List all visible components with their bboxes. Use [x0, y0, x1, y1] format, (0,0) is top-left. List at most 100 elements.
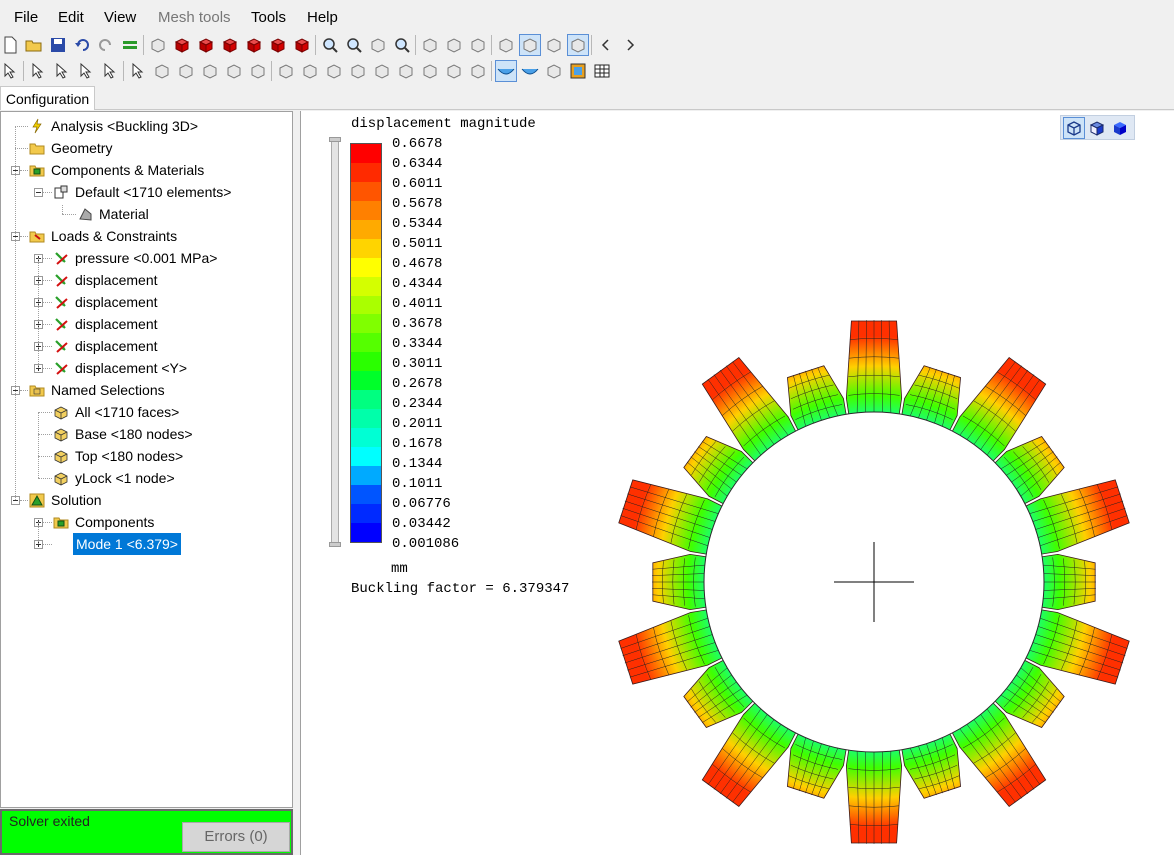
tree-item-label: displacement — [75, 316, 158, 332]
red-cube-icon[interactable] — [172, 35, 192, 55]
mode-shape-icon[interactable] — [495, 60, 517, 82]
red-cube-front-icon[interactable] — [196, 35, 216, 55]
arch-icon[interactable] — [324, 61, 344, 81]
animation-icon[interactable] — [544, 61, 564, 81]
rotate-icon[interactable] — [368, 35, 388, 55]
tree-connector — [43, 346, 52, 347]
y-split-icon[interactable] — [372, 61, 392, 81]
tree-item-label: displacement — [75, 338, 158, 354]
tab-strip: Configuration — [0, 86, 1174, 110]
tree-connector — [38, 258, 39, 368]
wireframe-cube-icon[interactable] — [148, 35, 168, 55]
new-file-icon[interactable] — [0, 35, 20, 55]
status-text: Solver exited — [9, 813, 90, 829]
table-icon[interactable] — [592, 61, 612, 81]
tree-connector — [43, 280, 52, 281]
tree-connector — [43, 258, 52, 259]
toolbar-separator — [271, 61, 272, 81]
selection-cube-icon — [53, 404, 69, 420]
layers-icon[interactable] — [420, 35, 440, 55]
mirror-icon[interactable] — [200, 61, 220, 81]
plate-icon[interactable] — [496, 35, 516, 55]
open-folder-icon[interactable] — [24, 35, 44, 55]
cube-outline-icon[interactable] — [152, 61, 172, 81]
mesh-toolbar — [0, 58, 700, 84]
toolbar-separator — [491, 61, 492, 81]
select-node-icon[interactable] — [0, 61, 20, 81]
tree-connector — [38, 522, 39, 544]
move-icon[interactable] — [248, 61, 268, 81]
tree-connector — [62, 214, 76, 215]
triangle-icon[interactable] — [444, 61, 464, 81]
redo-icon[interactable] — [96, 35, 116, 55]
tree-item-label: Analysis <Buckling 3D> — [51, 118, 199, 134]
hidden-line-icon[interactable] — [544, 35, 564, 55]
menu-view[interactable]: View — [104, 9, 136, 26]
zoom-fit-icon[interactable] — [392, 35, 412, 55]
toolbar-separator — [123, 61, 124, 81]
toolbar-separator — [415, 35, 416, 55]
tree-connector — [20, 390, 28, 391]
menu-help[interactable]: Help — [307, 9, 338, 26]
equal-icon[interactable] — [120, 35, 140, 55]
rectangle-select-icon[interactable] — [128, 61, 148, 81]
shaded-view-icon[interactable] — [519, 34, 541, 56]
scale-icon[interactable] — [420, 61, 440, 81]
tree-item-label: Top <180 nodes> — [75, 448, 184, 464]
tree-item-label: Loads & Constraints — [51, 228, 178, 244]
magnifier-icon[interactable] — [344, 35, 364, 55]
zoom-box-icon[interactable] — [320, 35, 340, 55]
triangle-outline-icon[interactable] — [468, 61, 488, 81]
red-cube-solid-icon[interactable] — [268, 35, 288, 55]
tree-connector — [15, 126, 16, 500]
folder-component-icon — [29, 162, 45, 178]
undo-icon[interactable] — [72, 35, 92, 55]
align-icon[interactable] — [224, 61, 244, 81]
cylinder-icon[interactable] — [300, 61, 320, 81]
tree-connector — [38, 412, 52, 413]
menu-mesh-tools[interactable]: Mesh tools — [158, 9, 231, 26]
toolbar-separator — [143, 35, 144, 55]
tab-configuration[interactable]: Configuration — [0, 86, 95, 110]
lightning-icon — [29, 118, 45, 134]
menu-tools[interactable]: Tools — [251, 9, 286, 26]
selection-cube-icon — [53, 470, 69, 486]
red-cube-dark-icon[interactable] — [292, 35, 312, 55]
select-body-icon[interactable] — [76, 61, 96, 81]
filmstrip-icon[interactable] — [568, 61, 588, 81]
tree-connector — [43, 324, 52, 325]
tree-expander[interactable] — [34, 188, 43, 197]
save-icon[interactable] — [48, 35, 68, 55]
component-icon — [53, 184, 69, 200]
tree-connector — [20, 500, 28, 501]
select-star-icon[interactable] — [100, 61, 120, 81]
tree-item-label: displacement — [75, 272, 158, 288]
errors-button[interactable]: Errors (0) — [182, 822, 290, 852]
delete-x-icon[interactable] — [176, 61, 196, 81]
select-element-icon[interactable] — [28, 61, 48, 81]
tree-item-label: Components — [75, 514, 155, 530]
load-arrow-icon — [53, 250, 69, 266]
material-icon — [77, 206, 93, 222]
tree-connector — [43, 302, 52, 303]
copy-icon[interactable] — [276, 61, 296, 81]
toolbar-separator — [315, 35, 316, 55]
sketch-icon[interactable] — [468, 35, 488, 55]
deformed-shape-icon[interactable] — [520, 61, 540, 81]
grid-view-icon[interactable] — [567, 34, 589, 56]
pointer-menu-icon[interactable] — [444, 35, 464, 55]
red-cube-top-icon[interactable] — [244, 35, 264, 55]
select-face-icon[interactable] — [52, 61, 72, 81]
main-toolbar — [0, 32, 700, 58]
menu-file[interactable]: File — [14, 9, 38, 26]
curve-icon[interactable] — [348, 61, 368, 81]
folder-icon — [29, 140, 45, 156]
red-cube-side-icon[interactable] — [220, 35, 240, 55]
toolbar-separator — [491, 35, 492, 55]
deformed-mesh-model[interactable] — [300, 111, 1174, 855]
menu-edit[interactable]: Edit — [58, 9, 84, 26]
tree-connector — [43, 368, 52, 369]
dots-icon[interactable] — [396, 61, 416, 81]
scroll-right-icon[interactable] — [620, 35, 640, 55]
scroll-left-icon[interactable] — [596, 35, 616, 55]
